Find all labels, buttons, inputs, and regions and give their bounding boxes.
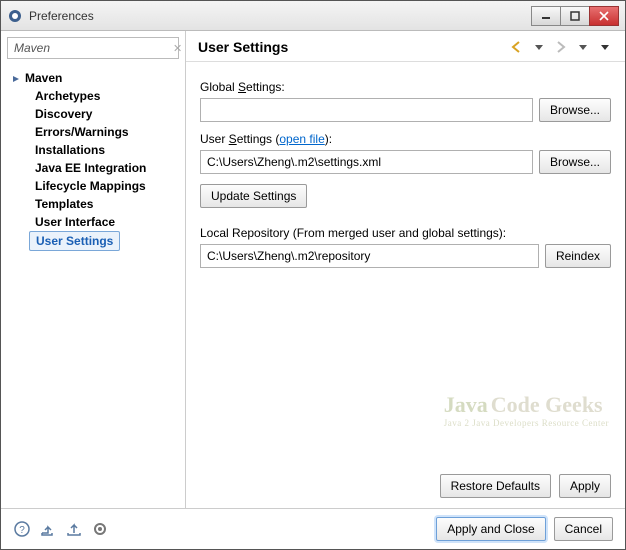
- export-icon[interactable]: [65, 520, 83, 538]
- tree-item-java-ee-integration[interactable]: Java EE Integration: [29, 159, 183, 177]
- apply-and-close-button[interactable]: Apply and Close: [436, 517, 545, 541]
- tree-item-errors-warnings[interactable]: Errors/Warnings: [29, 123, 183, 141]
- page-title: User Settings: [198, 39, 509, 55]
- preferences-window: Preferences ✕ Ma: [0, 0, 626, 550]
- tree-item-user-settings[interactable]: User Settings: [29, 231, 120, 251]
- main-header: User Settings: [186, 31, 625, 62]
- window-title: Preferences: [29, 9, 532, 23]
- close-button[interactable]: [589, 6, 619, 26]
- dropdown-back-icon[interactable]: [531, 39, 547, 55]
- expand-icon[interactable]: [11, 73, 21, 83]
- minimize-button[interactable]: [531, 6, 561, 26]
- tree-item-archetypes[interactable]: Archetypes: [29, 87, 183, 105]
- oomph-icon[interactable]: [91, 520, 109, 538]
- filter-box[interactable]: ✕: [7, 37, 179, 59]
- sidebar: ✕ Maven ArchetypesDiscoveryErrors/Warnin…: [1, 31, 186, 508]
- global-settings-label: Global Settings:: [200, 80, 611, 94]
- apply-button[interactable]: Apply: [559, 474, 611, 498]
- main-panel: User Settings: [186, 31, 625, 508]
- local-repo-input[interactable]: [200, 244, 539, 268]
- tree-item-installations[interactable]: Installations: [29, 141, 183, 159]
- tree-root-label: Maven: [25, 71, 62, 85]
- svg-text:?: ?: [19, 525, 25, 536]
- menu-icon[interactable]: [597, 39, 613, 55]
- user-settings-label: User Settings (open file):: [200, 132, 611, 146]
- browse-global-button[interactable]: Browse...: [539, 98, 611, 122]
- content-area: Global Settings: Browse... User Settings…: [186, 62, 625, 474]
- back-icon[interactable]: [509, 39, 525, 55]
- cancel-button[interactable]: Cancel: [554, 517, 613, 541]
- tree-item-lifecycle-mappings[interactable]: Lifecycle Mappings: [29, 177, 183, 195]
- import-icon[interactable]: [39, 520, 57, 538]
- user-settings-input[interactable]: [200, 150, 533, 174]
- dropdown-forward-icon[interactable]: [575, 39, 591, 55]
- tree-item-templates[interactable]: Templates: [29, 195, 183, 213]
- filter-input[interactable]: [12, 40, 173, 56]
- app-icon: [7, 8, 23, 24]
- reindex-button[interactable]: Reindex: [545, 244, 611, 268]
- page-action-row: Restore Defaults Apply: [186, 474, 625, 508]
- dialog-footer: ? Apply and Close Cancel: [1, 508, 625, 549]
- global-settings-input[interactable]: [200, 98, 533, 122]
- browse-user-button[interactable]: Browse...: [539, 150, 611, 174]
- restore-defaults-button[interactable]: Restore Defaults: [440, 474, 551, 498]
- help-icon[interactable]: ?: [13, 520, 31, 538]
- maximize-button[interactable]: [560, 6, 590, 26]
- open-file-link[interactable]: open file: [279, 132, 324, 146]
- preference-tree[interactable]: Maven ArchetypesDiscoveryErrors/Warnings…: [1, 65, 185, 508]
- clear-filter-icon[interactable]: ✕: [173, 42, 182, 55]
- tree-item-user-interface[interactable]: User Interface: [29, 213, 183, 231]
- local-repo-label: Local Repository (From merged user and g…: [200, 226, 611, 240]
- forward-icon[interactable]: [553, 39, 569, 55]
- update-settings-button[interactable]: Update Settings: [200, 184, 307, 208]
- tree-item-discovery[interactable]: Discovery: [29, 105, 183, 123]
- titlebar: Preferences: [1, 1, 625, 31]
- history-toolbar: [509, 39, 613, 55]
- tree-root-maven[interactable]: Maven: [3, 69, 183, 87]
- window-buttons: [532, 6, 619, 26]
